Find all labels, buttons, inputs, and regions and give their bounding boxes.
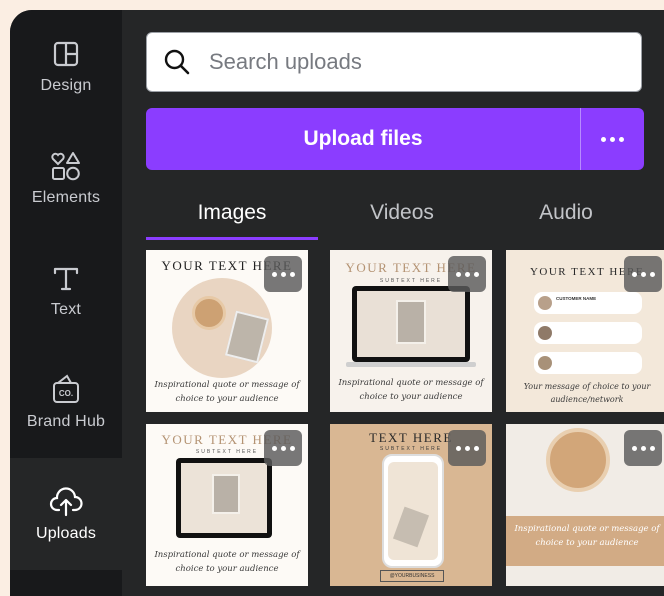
tab-images[interactable]: Images <box>146 186 318 240</box>
thumbnail-quote: Inspirational quote or message of choice… <box>338 378 484 402</box>
image-thumbnail[interactable]: YOUR TEXT HERE SUBTEXT HERE Inspirationa… <box>330 250 492 412</box>
media-tabs: Images Videos Audio <box>146 186 664 240</box>
thumbnail-quote: Your message of choice to your audience/… <box>523 382 651 404</box>
more-icon <box>631 271 655 277</box>
more-icon <box>601 136 624 142</box>
sidebar-item-label: Text <box>50 301 82 318</box>
image-thumbnail[interactable]: YOUR TEXT HERE CUSTOMER NAME Your messag… <box>506 250 664 412</box>
tablet-graphic <box>176 458 272 538</box>
image-thumbnail[interactable]: YOUR TEXT HERE Inspirational quote or me… <box>146 250 308 412</box>
editor-panel: Design Elements Text CO. Brand Hub Uploa… <box>10 10 664 596</box>
more-icon <box>271 271 295 277</box>
search-box[interactable] <box>146 32 642 92</box>
image-options-button[interactable] <box>624 256 662 292</box>
brand-hub-icon: CO. <box>49 373 83 407</box>
coffee-cup-graphic <box>546 428 610 492</box>
sidebar-item-text[interactable]: Text <box>10 234 122 346</box>
image-options-button[interactable] <box>448 256 486 292</box>
sidebar-item-label: Uploads <box>35 525 97 542</box>
upload-more-button[interactable] <box>581 108 644 170</box>
review-card <box>534 352 642 374</box>
tab-audio[interactable]: Audio <box>486 186 646 240</box>
search-icon <box>163 48 191 76</box>
tab-videos[interactable]: Videos <box>318 186 486 240</box>
laptop-graphic <box>352 286 470 362</box>
more-icon <box>455 271 479 277</box>
review-card: CUSTOMER NAME <box>534 292 642 314</box>
more-icon <box>455 445 479 451</box>
sidebar-item-label: Elements <box>31 189 101 206</box>
sidebar: Design Elements Text CO. Brand Hub Uploa… <box>10 10 122 596</box>
image-options-button[interactable] <box>624 430 662 466</box>
sidebar-item-design[interactable]: Design <box>10 10 122 122</box>
laptop-base <box>346 362 476 367</box>
cloud-upload-icon <box>49 485 83 519</box>
uploads-panel: Upload files Images Videos Audio YOUR TE… <box>122 10 664 596</box>
thumbnail-footer: @YOURBUSINESS <box>380 570 444 582</box>
image-options-button[interactable] <box>264 256 302 292</box>
sidebar-item-uploads[interactable]: Uploads <box>10 458 122 570</box>
sidebar-item-label: Design <box>40 77 92 94</box>
image-thumbnail[interactable]: YOUR TEXT HERE SUBTEXT HERE Inspirationa… <box>146 424 308 586</box>
more-icon <box>271 445 295 451</box>
sidebar-item-elements[interactable]: Elements <box>10 122 122 234</box>
svg-text:CO.: CO. <box>59 389 73 398</box>
thumbnail-quote: Inspirational quote or message of choice… <box>514 524 660 548</box>
sidebar-item-label: Brand Hub <box>26 413 106 430</box>
shapes-icon <box>49 149 83 183</box>
phone-graphic <box>382 454 444 568</box>
upload-files-group: Upload files <box>146 108 644 170</box>
thumbnail-photo <box>172 278 272 378</box>
upload-files-button[interactable]: Upload files <box>146 108 580 170</box>
text-icon <box>49 261 83 295</box>
search-input[interactable] <box>207 48 611 76</box>
thumbnail-quote: Inspirational quote or message of choice… <box>154 380 300 404</box>
sidebar-item-brand-hub[interactable]: CO. Brand Hub <box>10 346 122 458</box>
review-card <box>534 322 642 344</box>
image-thumbnail[interactable]: TEXT HERE SUBTEXT HERE @YOURBUSINESS <box>330 424 492 586</box>
thumbnail-quote: Inspirational quote or message of choice… <box>154 550 300 574</box>
more-icon <box>631 445 655 451</box>
image-options-button[interactable] <box>448 430 486 466</box>
layout-icon <box>49 37 83 71</box>
image-thumbnail[interactable]: Inspirational quote or message of choice… <box>506 424 664 586</box>
image-options-button[interactable] <box>264 430 302 466</box>
review-name: CUSTOMER NAME <box>556 296 597 301</box>
